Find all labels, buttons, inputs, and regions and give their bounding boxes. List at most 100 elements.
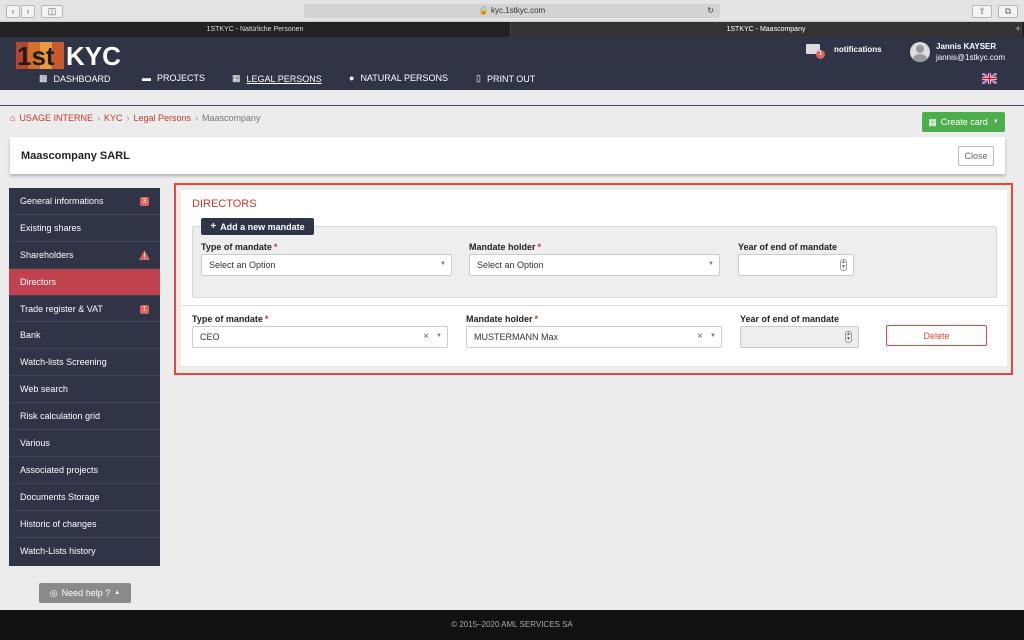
sidebar-item-label: Watch-lists Screening	[20, 357, 107, 368]
plus-icon: +	[210, 221, 217, 232]
spinner-icon[interactable]: ▲ ▼	[840, 259, 847, 271]
new-mandate-form: Type of mandate * Select an Option ▼ Mand…	[192, 226, 997, 298]
breadcrumb-current: Maascompany	[202, 113, 261, 123]
year-end-mandate-input[interactable]: ▲ ▼	[738, 254, 854, 276]
select-value: Select an Option	[477, 260, 544, 270]
nav-projects[interactable]: ▬ PROJECTS	[142, 73, 205, 83]
sidebar-item-label: Web search	[20, 384, 68, 395]
browser-tab[interactable]: 1STKYC - Natürliche Personen	[0, 22, 511, 37]
nav-label: PROJECTS	[157, 73, 206, 83]
logo: 1st KYC	[16, 41, 121, 69]
uk-flag-icon[interactable]	[982, 73, 997, 84]
close-button[interactable]: Close	[958, 146, 994, 166]
sidebar-item-various[interactable]: Various	[9, 430, 160, 457]
notifications-label: notifications	[834, 44, 882, 54]
count-badge: 3	[140, 197, 149, 206]
forward-button[interactable]: ›	[21, 5, 35, 18]
nav-natural-persons[interactable]: ● NATURAL PERSONS	[349, 73, 448, 83]
caret-down-icon: ▼	[440, 261, 446, 267]
sidebar-item-label: Shareholders	[20, 249, 74, 260]
directors-panel: DIRECTORS + Add a new mandate Type of ma…	[174, 183, 1013, 375]
year-end-mandate-label: Year of end of mandate	[738, 242, 838, 252]
mandate-holder-select[interactable]: MUSTERMANN Max × ▼	[466, 326, 722, 348]
year-end-mandate-input[interactable]: ▲ ▼	[740, 326, 859, 348]
user-icon: ●	[349, 73, 355, 83]
sidebar-item-label: Existing shares	[20, 222, 82, 233]
sidebar-item-historic-of-changes[interactable]: Historic of changes	[9, 511, 160, 538]
nav-label: LEGAL PERSONS	[246, 73, 322, 84]
url-bar[interactable]: 🔒 kyc.1stkyc.com ↻	[304, 4, 720, 18]
clear-icon[interactable]: ×	[423, 331, 429, 342]
user-email: jannis@1stkyc.com	[936, 53, 1006, 62]
sidebar-item-watch-lists-history[interactable]: Watch-Lists history	[9, 538, 160, 565]
sidebar-item-general-informations[interactable]: General informations 3	[9, 188, 160, 215]
entity-title-card: Maascompany SARL Close	[10, 137, 1005, 174]
create-card-label: Create card	[940, 117, 988, 127]
sidebar-item-label: Trade register & VAT	[20, 303, 103, 314]
envelope-icon: 1	[806, 44, 825, 59]
url-text: kyc.1stkyc.com	[490, 6, 546, 15]
share-icon[interactable]: ⇧	[972, 5, 992, 18]
nav-dashboard[interactable]: ▩ DASHBOARD	[39, 73, 111, 84]
reload-icon[interactable]: ↻	[707, 4, 714, 18]
avatar	[910, 42, 930, 62]
back-button[interactable]: ‹	[6, 5, 20, 18]
mandate-holder-select[interactable]: Select an Option ▼	[469, 254, 720, 276]
spinner-icon[interactable]: ▲ ▼	[845, 331, 852, 343]
create-card-button[interactable]: ▦ Create card ▼	[922, 112, 1005, 132]
divider	[181, 305, 1007, 306]
user-menu[interactable]: Jannis KAYSER jannis@1stkyc.com	[910, 42, 1005, 62]
nav-label: PRINT OUT	[486, 73, 536, 84]
sidebar-item-trade-register[interactable]: Trade register & VAT 1	[9, 296, 160, 323]
sidebar-item-existing-shares[interactable]: Existing shares	[9, 215, 160, 242]
sidebar: General informations 3 Existing shares S…	[9, 188, 160, 566]
svg-text:1st: 1st	[17, 41, 55, 69]
select-value: MUSTERMANN Max	[474, 332, 559, 342]
browser-tab-active[interactable]: 1STKYC - Maascompany	[511, 22, 1022, 37]
clear-icon[interactable]: ×	[697, 331, 703, 342]
sidebar-item-documents-storage[interactable]: Documents Storage	[9, 484, 160, 511]
sidebar-item-associated-projects[interactable]: Associated projects	[9, 457, 160, 484]
notifications[interactable]: 1 notifications	[806, 44, 882, 59]
caret-down-icon: ▼	[992, 119, 999, 125]
nav-legal-persons[interactable]: ▦ LEGAL PERSONS	[232, 73, 322, 84]
need-help-label: Need help ?	[61, 588, 111, 598]
bar-chart-icon: ▩	[39, 73, 48, 83]
breadcrumb-separator: ›	[126, 113, 130, 123]
sidebar-item-risk-calculation-grid[interactable]: Risk calculation grid	[9, 403, 160, 431]
lifebuoy-icon: ◎	[49, 587, 58, 598]
breadcrumb-separator: ›	[96, 113, 100, 123]
breadcrumb-link[interactable]: KYC	[104, 113, 123, 123]
sidebar-item-label: Historic of changes	[20, 518, 97, 529]
type-of-mandate-select[interactable]: Select an Option ▼	[201, 254, 452, 276]
warning-icon	[139, 249, 150, 260]
year-end-mandate-label: Year of end of mandate	[740, 314, 840, 324]
nav-label: DASHBOARD	[53, 73, 111, 84]
sidebar-item-shareholders[interactable]: Shareholders	[9, 242, 160, 269]
select-value: Select an Option	[209, 260, 276, 270]
sidebar-item-web-search[interactable]: Web search	[9, 376, 160, 404]
sidebar-item-watch-lists-screening[interactable]: Watch-lists Screening	[9, 349, 160, 377]
need-help-button[interactable]: ◎ Need help ? ▲	[39, 583, 131, 603]
breadcrumb-link[interactable]: Legal Persons	[133, 113, 191, 123]
sidebar-item-bank[interactable]: Bank	[9, 322, 160, 350]
card-icon: ▦	[928, 116, 937, 127]
select-value: CEO	[200, 332, 220, 342]
home-icon[interactable]: ⌂	[10, 113, 15, 123]
sidebar-item-directors[interactable]: Directors	[9, 268, 160, 296]
sidebar-item-label: Various	[20, 437, 50, 448]
tabs-overview-icon[interactable]: ⧉	[998, 5, 1018, 18]
document-icon: ▯	[476, 73, 481, 83]
breadcrumb-link[interactable]: USAGE INTERNE	[19, 113, 93, 123]
nav-print-out[interactable]: ▯ PRINT OUT	[476, 73, 535, 84]
type-of-mandate-select[interactable]: CEO × ▼	[192, 326, 448, 348]
section-title: DIRECTORS	[192, 198, 257, 210]
user-name: Jannis KAYSER	[936, 42, 997, 51]
delete-mandate-button[interactable]: Delete	[886, 325, 987, 346]
building-icon: ▦	[232, 73, 241, 83]
sidebar-item-label: Documents Storage	[20, 491, 100, 502]
sidebar-toggle-icon[interactable]: ◫	[41, 5, 63, 18]
add-mandate-button[interactable]: + Add a new mandate	[201, 218, 314, 235]
count-badge: 1	[140, 304, 149, 314]
new-tab-icon[interactable]: +	[1012, 22, 1024, 37]
